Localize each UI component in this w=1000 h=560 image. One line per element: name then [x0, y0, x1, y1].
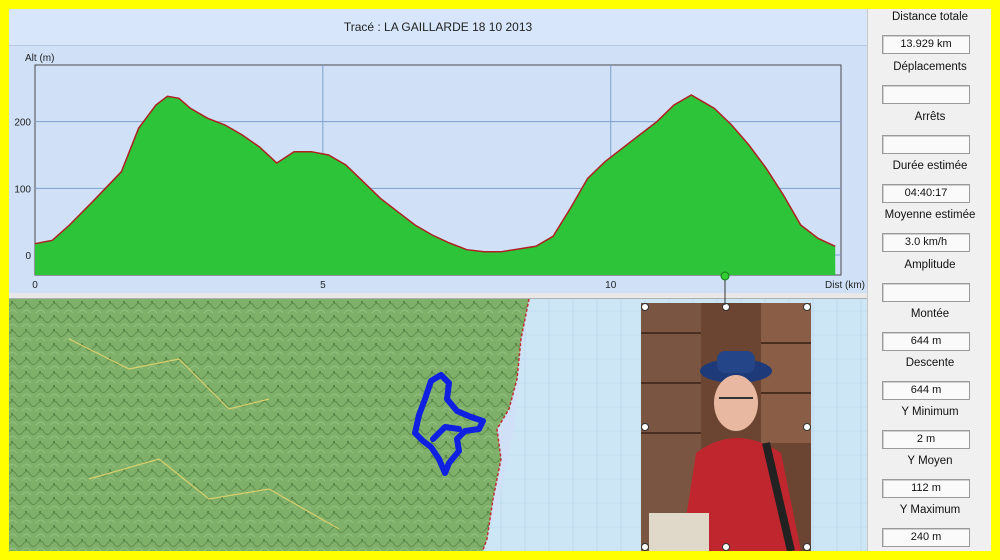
stat-label-deplacements: Déplacements: [893, 61, 967, 73]
stat-value-distance-totale: 13.929 km: [882, 35, 970, 54]
stat-value-y-moyen: 112 m: [882, 479, 970, 498]
resize-handle-bottom-right[interactable]: [803, 543, 811, 551]
stat-label-duree-estimee: Durée estimée: [892, 160, 968, 172]
stat-label-montee: Montée: [910, 308, 950, 320]
stat-label-y-minimum: Y Minimum: [901, 406, 959, 418]
stat-value-moyenne-estimee: 3.0 km/h: [882, 233, 970, 252]
photo-overlay[interactable]: [641, 303, 811, 551]
stat-label-distance-totale: Distance totale: [891, 11, 969, 23]
y-axis-label: Alt (m): [25, 53, 54, 64]
stat-label-moyenne-estimee: Moyenne estimée: [884, 209, 976, 221]
stat-label-y-moyen: Y Moyen: [907, 455, 953, 467]
stat-label-amplitude: Amplitude: [904, 259, 956, 271]
stat-value-deplacements: [882, 85, 970, 104]
application-window: Tracé : LA GAILLARDE 18 10 2013 0 100 200 0…: [0, 0, 1000, 560]
y-tick-label: 0: [25, 251, 31, 262]
x-tick-label: 10: [605, 280, 617, 291]
stat-value-amplitude: [882, 283, 970, 302]
elevation-chart[interactable]: 0 100 200 0 5 10 Alt (m) Dist (km): [9, 45, 867, 293]
resize-handle-bottom-left[interactable]: [641, 543, 649, 551]
hiker-photo: [641, 303, 811, 551]
resize-handle-left[interactable]: [641, 423, 649, 431]
x-tick-label: 5: [320, 280, 326, 291]
resize-handle-top-right[interactable]: [803, 303, 811, 311]
resize-handle-bottom[interactable]: [722, 543, 730, 551]
elevation-profile-panel: Tracé : LA GAILLARDE 18 10 2013 0 100 200 0…: [9, 9, 867, 295]
stat-value-arrets: [882, 135, 970, 154]
statistics-panel: Distance totale 13.929 km Déplacements A…: [867, 9, 991, 551]
resize-handle-right[interactable]: [803, 423, 811, 431]
stat-label-y-maximum: Y Maximum: [899, 504, 961, 516]
profile-title: Tracé : LA GAILLARDE 18 10 2013: [9, 9, 867, 46]
stat-label-descente: Descente: [905, 357, 955, 369]
x-tick-label: 0: [32, 280, 38, 291]
rotate-handle[interactable]: [720, 271, 730, 305]
map-panel[interactable]: [9, 299, 867, 551]
stat-value-y-minimum: 2 m: [882, 430, 970, 449]
y-tick-label: 100: [14, 184, 31, 195]
stat-label-arrets: Arrêts: [914, 111, 946, 123]
y-tick-label: 200: [14, 118, 31, 129]
stat-value-y-maximum: 240 m: [882, 528, 970, 547]
stat-value-descente: 644 m: [882, 381, 970, 400]
resize-handle-top-left[interactable]: [641, 303, 649, 311]
stat-value-duree-estimee: 04:40:17: [882, 184, 970, 203]
x-axis-label: Dist (km): [825, 280, 865, 291]
stat-value-montee: 644 m: [882, 332, 970, 351]
